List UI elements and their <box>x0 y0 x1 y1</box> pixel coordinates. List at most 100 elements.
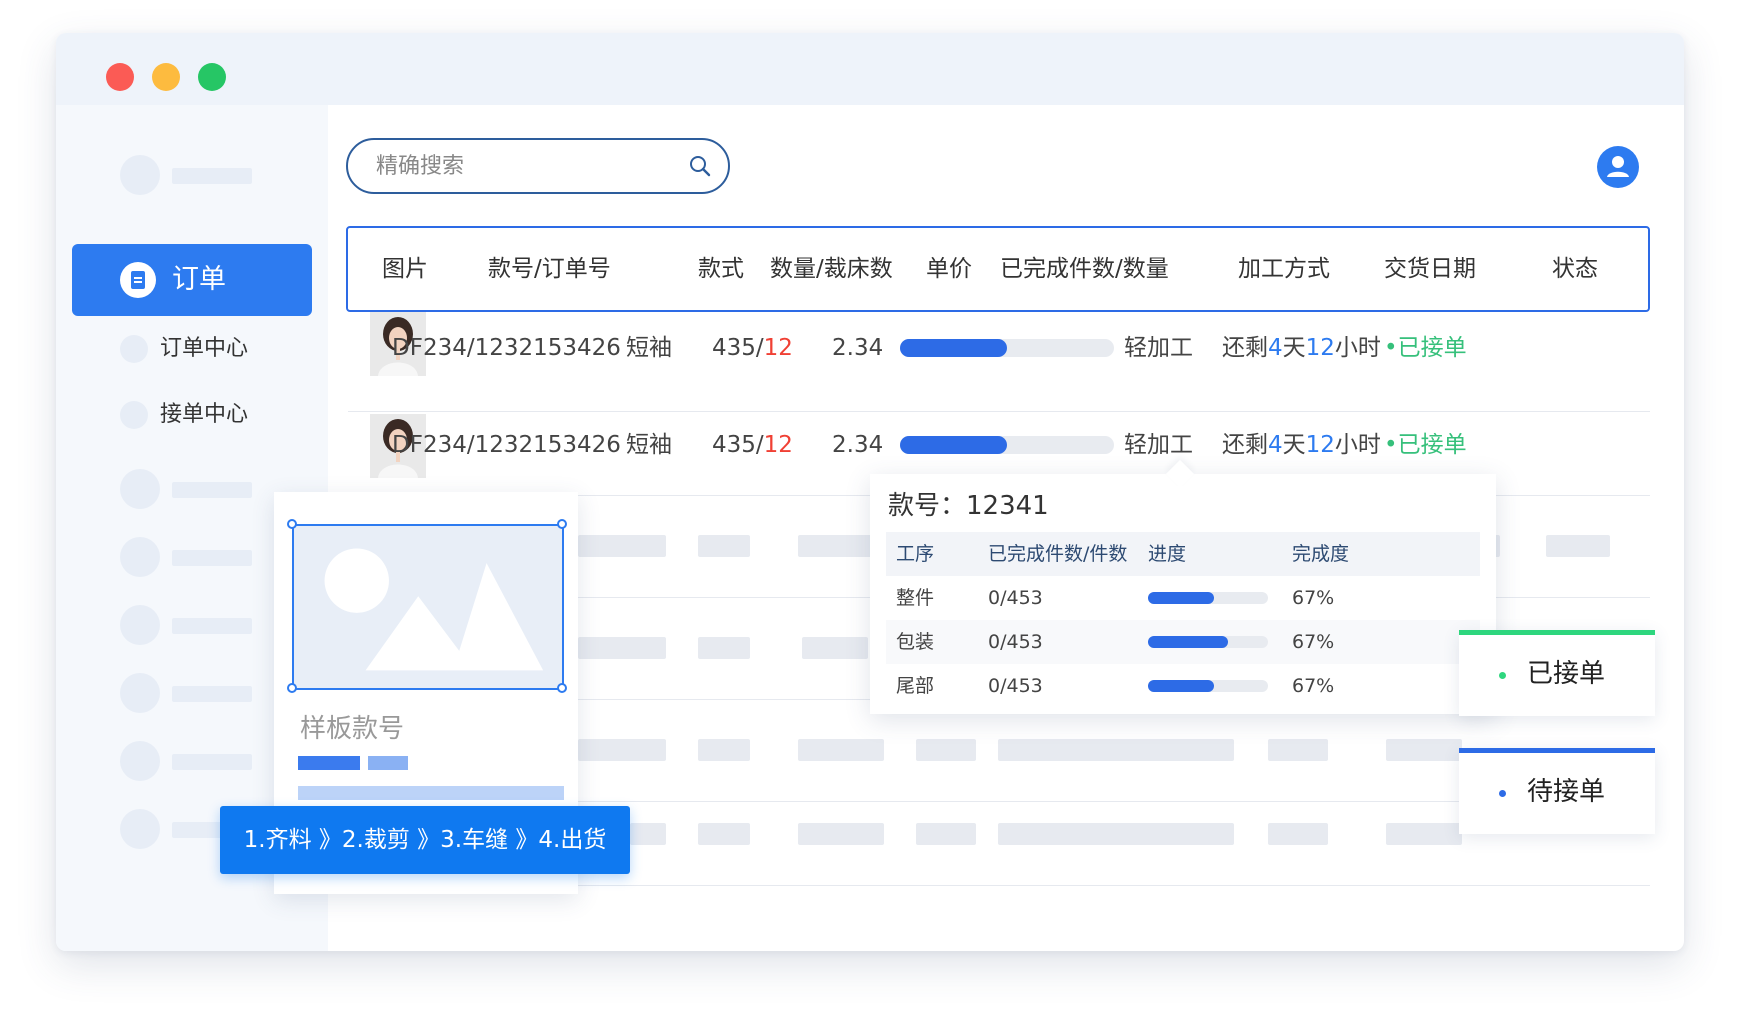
placeholder-cell <box>1268 739 1328 761</box>
sample-card-title: 样板款号 <box>300 714 405 744</box>
column-header-method: 加工方式 <box>1238 256 1330 282</box>
status-badge: •已接单 <box>1384 335 1467 361</box>
tag-bar <box>298 756 360 770</box>
process-banner: 1.齐料 》2.裁剪 》3.车缝 》4.出货 <box>220 806 630 874</box>
placeholder-cell <box>998 823 1234 845</box>
column-header-status: 状态 <box>1552 256 1598 282</box>
resize-handle[interactable] <box>287 683 297 693</box>
maximize-window-button[interactable] <box>198 63 226 91</box>
sidebar-item-label: 订单中心 <box>160 336 249 361</box>
resize-handle[interactable] <box>287 519 297 529</box>
column-header-completed: 已完成件数/数量 <box>1000 256 1169 282</box>
method-cell: 轻加工 <box>1124 432 1193 458</box>
popover-row: 包装 0/453 67% <box>886 620 1480 664</box>
status-dot-icon <box>1499 672 1506 679</box>
popover-table-header: 工序 已完成件数/件数 进度 完成度 <box>886 532 1480 576</box>
popover-row: 尾部 0/453 67% <box>886 664 1480 708</box>
resize-handle[interactable] <box>557 519 567 529</box>
table-header: 图片 款号/订单号 款式 数量/裁床数 单价 已完成件数/数量 加工方式 交货日… <box>346 226 1650 312</box>
placeholder-cell <box>1268 823 1328 845</box>
placeholder-cell <box>1386 739 1462 761</box>
placeholder-cell <box>1546 535 1610 557</box>
user-icon <box>1607 156 1629 177</box>
placeholder-cell <box>578 637 666 659</box>
placeholder-cell <box>698 739 750 761</box>
style-cell: 短袖 <box>626 335 672 361</box>
sidebar-item-label: 订单 <box>172 264 226 295</box>
column-header-completion: 完成度 <box>1292 543 1350 565</box>
sidebar-item-label: 接单中心 <box>160 402 249 427</box>
resize-handle[interactable] <box>557 683 567 693</box>
circle-icon <box>120 335 148 363</box>
placeholder-cell <box>1386 823 1462 845</box>
status-color-bar <box>1459 748 1655 753</box>
search-icon[interactable] <box>688 154 712 178</box>
sidebar-placeholder-item <box>120 673 260 713</box>
sidebar-item-orders[interactable]: 订单 <box>72 244 312 316</box>
pct-cell: 67% <box>1292 675 1335 697</box>
title-bar <box>56 33 1684 105</box>
status-color-bar <box>1459 630 1655 635</box>
delivery-cell: 还剩4天12小时 <box>1222 432 1381 458</box>
order-number[interactable]: DF234/1232153426 <box>392 430 621 460</box>
popover-row: 整件 0/453 67% <box>886 576 1480 620</box>
status-label: 待接单 <box>1527 777 1606 807</box>
price-cell: 2.34 <box>832 432 884 458</box>
sidebar-placeholder-item <box>120 537 260 577</box>
status-option-accepted[interactable]: 已接单 <box>1459 630 1655 716</box>
quantity-cell: 435/12 <box>712 335 793 361</box>
tag-bar <box>368 756 408 770</box>
user-avatar-button[interactable] <box>1597 146 1639 188</box>
column-header-done: 已完成件数/件数 <box>988 543 1128 565</box>
placeholder-cell <box>698 535 750 557</box>
pct-cell: 67% <box>1292 587 1335 609</box>
placeholder-cell <box>802 637 868 659</box>
column-header-price: 单价 <box>926 256 972 282</box>
sidebar-placeholder-item <box>120 469 260 509</box>
status-badge: •已接单 <box>1384 432 1467 458</box>
step-cell: 尾部 <box>896 675 935 697</box>
style-cell: 短袖 <box>626 432 672 458</box>
search-box <box>346 138 730 194</box>
popover-title: 款号：12341 <box>888 491 1049 521</box>
progress-bar <box>1148 636 1268 648</box>
placeholder-cell <box>630 823 666 845</box>
progress-bar <box>900 436 1114 454</box>
style-detail-popover: 款号：12341 工序 已完成件数/件数 进度 完成度 整件 0/453 67%… <box>870 459 1496 714</box>
done-cell: 0/453 <box>988 587 1043 609</box>
order-number[interactable]: DF234/1232153426 <box>392 333 621 363</box>
sidebar-item-accept-center[interactable]: 接单中心 <box>120 399 300 431</box>
sidebar-placeholder-item <box>120 155 260 195</box>
progress-bar <box>900 339 1114 357</box>
text-placeholder-bar <box>298 786 564 800</box>
column-header-progress: 进度 <box>1148 543 1187 565</box>
progress-bar <box>1148 680 1268 692</box>
placeholder-cell <box>798 739 884 761</box>
progress-bar <box>1148 592 1268 604</box>
circle-icon <box>120 401 148 429</box>
close-window-button[interactable] <box>106 63 134 91</box>
placeholder-cell <box>578 739 666 761</box>
document-icon <box>120 262 156 298</box>
placeholder-cell <box>578 535 666 557</box>
sidebar-item-order-center[interactable]: 订单中心 <box>120 333 300 365</box>
delivery-cell: 还剩4天12小时 <box>1222 335 1381 361</box>
image-placeholder[interactable] <box>292 524 564 690</box>
column-header-quantity: 数量/裁床数 <box>770 256 893 282</box>
column-header-order-no: 款号/订单号 <box>488 256 611 282</box>
sidebar-placeholder-item <box>120 605 260 645</box>
placeholder-cell <box>916 823 976 845</box>
status-option-pending[interactable]: 待接单 <box>1459 748 1655 834</box>
minimize-window-button[interactable] <box>152 63 180 91</box>
step-cell: 整件 <box>896 587 935 609</box>
method-cell: 轻加工 <box>1124 335 1193 361</box>
sidebar-placeholder-item <box>120 741 260 781</box>
placeholder-cell <box>798 823 884 845</box>
column-header-image: 图片 <box>382 256 428 282</box>
image-icon <box>324 548 544 671</box>
search-input[interactable] <box>376 150 666 182</box>
placeholder-cell <box>998 739 1234 761</box>
placeholder-cell <box>916 739 976 761</box>
step-cell: 包装 <box>896 631 935 653</box>
placeholder-cell <box>698 637 750 659</box>
